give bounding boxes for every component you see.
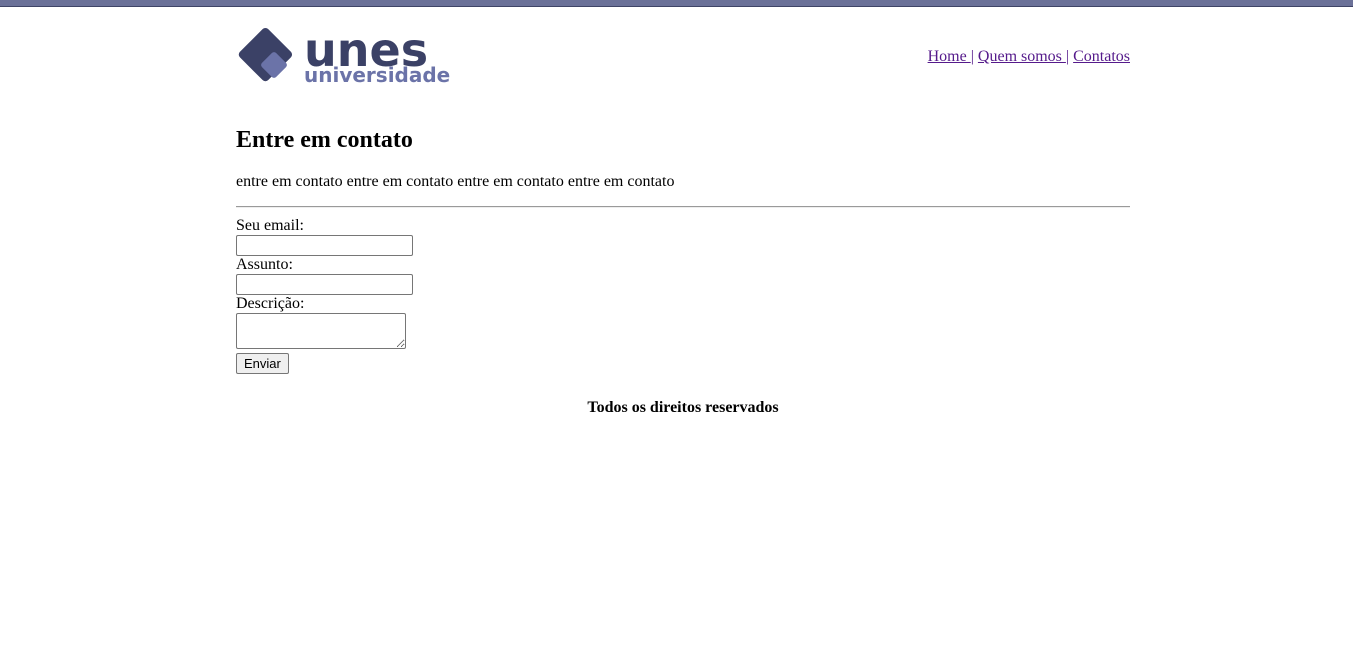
- description-field[interactable]: [236, 313, 406, 349]
- page-container: unes universidade Home | Quem somos | Co…: [236, 0, 1130, 416]
- contact-form: Seu email: Assunto: Descrição: Enviar: [236, 217, 413, 374]
- divider: [236, 206, 1130, 208]
- description-label: Descrição:: [236, 295, 305, 312]
- email-label: Seu email:: [236, 217, 304, 234]
- nav-link-about[interactable]: Quem somos: [978, 48, 1066, 65]
- header: unes universidade Home | Quem somos | Co…: [236, 0, 1130, 100]
- subject-label: Assunto:: [236, 256, 293, 273]
- email-field[interactable]: [236, 235, 413, 256]
- submit-button[interactable]: Enviar: [236, 353, 289, 374]
- unes-logo[interactable]: unes universidade: [236, 26, 451, 88]
- logo-diamond-icon: [238, 27, 293, 82]
- intro-text: entre em contato entre em contato entre …: [236, 173, 675, 190]
- footer-copyright: Todos os direitos reservados: [587, 399, 779, 416]
- nav-link-home[interactable]: Home: [928, 48, 971, 65]
- nav-link-contacts[interactable]: Contatos: [1073, 48, 1130, 65]
- logo-tagline: universidade: [304, 63, 450, 87]
- nav-separator: |: [1065, 48, 1070, 65]
- page-title: Entre em contato: [236, 127, 413, 153]
- main-nav: Home | Quem somos | Contatos: [928, 48, 1130, 66]
- subject-field[interactable]: [236, 274, 413, 295]
- nav-separator: |: [970, 48, 974, 65]
